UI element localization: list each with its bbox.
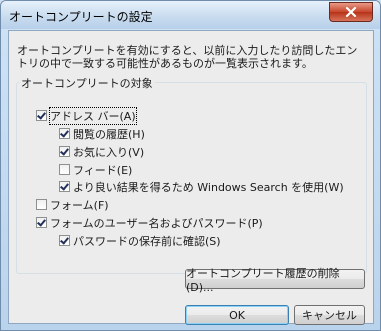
checkbox-box[interactable] [59, 181, 70, 192]
checkbox-label: 閲覧の履歴(H) [73, 127, 145, 141]
cancel-button[interactable]: キャンセル [294, 305, 365, 325]
checkbox-label: より良い結果を得るため Windows Search を使用(W) [73, 180, 344, 194]
checkbox-usernames-passwords[interactable]: フォームのユーザー名およびパスワード(P) [36, 215, 263, 230]
close-icon [345, 7, 357, 17]
delete-autocomplete-history-button[interactable]: オートコンプリート履歴の削除(D)... [185, 267, 365, 294]
close-button[interactable] [329, 2, 373, 22]
checkbox-label: フォーム(F) [50, 198, 109, 212]
window-title: オートコンプリートの設定 [9, 10, 153, 24]
checkbox-favorites[interactable]: お気に入り(V) [59, 144, 144, 159]
checkbox-box[interactable] [59, 128, 70, 139]
checkbox-box[interactable] [36, 110, 47, 121]
checkbox-box[interactable] [59, 146, 70, 157]
dialog-window: オートコンプリートの設定 オートコンプリートを有効にすると、以前に入力したり訪問… [0, 0, 381, 331]
checkbox-box[interactable] [59, 235, 70, 246]
checkbox-ask-before-saving[interactable]: パスワードの保存前に確認(S) [59, 233, 221, 248]
checkbox-feeds[interactable]: フィード(E) [59, 162, 132, 177]
group-title: オートコンプリートの対象 [19, 75, 155, 91]
checkbox-windows-search[interactable]: より良い結果を得るため Windows Search を使用(W) [59, 179, 344, 194]
title-bar: オートコンプリートの設定 [1, 1, 380, 29]
checkbox-label: アドレス バー(A) [49, 106, 137, 125]
checkbox-forms[interactable]: フォーム(F) [36, 197, 109, 212]
checkbox-address-bar[interactable]: アドレス バー(A) [36, 106, 137, 125]
dialog-body: オートコンプリートを有効にすると、以前に入力したり訪問したエントリの中で一致する… [8, 30, 374, 325]
checkbox-label: パスワードの保存前に確認(S) [73, 234, 221, 248]
checkbox-box[interactable] [36, 217, 47, 228]
description-text: オートコンプリートを有効にすると、以前に入力したり訪問したエントリの中で一致する… [17, 44, 358, 70]
checkbox-browsing-history[interactable]: 閲覧の履歴(H) [59, 126, 145, 141]
checkbox-label: フィード(E) [73, 163, 133, 177]
checkbox-label: お気に入り(V) [73, 145, 145, 159]
checkbox-box[interactable] [36, 199, 47, 210]
ok-button[interactable]: OK [185, 305, 289, 325]
checkbox-box[interactable] [59, 164, 70, 175]
checkbox-label: フォームのユーザー名およびパスワード(P) [50, 216, 263, 230]
